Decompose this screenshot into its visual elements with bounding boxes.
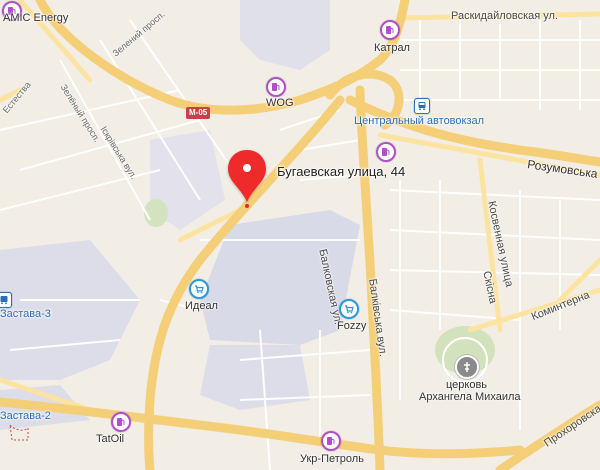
poi-label-ukrpetrol[interactable]: Укр-Петроль <box>300 453 364 465</box>
fuel-icon[interactable] <box>376 142 396 162</box>
address-label[interactable]: Бугаевская улица, 44 <box>277 164 405 179</box>
poi-label-fozzy[interactable]: Fozzy <box>337 320 366 332</box>
bus-station-icon[interactable] <box>0 292 12 308</box>
fuel-icon[interactable] <box>111 412 131 432</box>
poi-label-church-name[interactable]: Архангела Михаила <box>419 391 521 403</box>
poi-label-katral[interactable]: Катрал <box>374 42 410 54</box>
location-pin-icon[interactable] <box>225 148 269 208</box>
poi-label-bus-station[interactable]: Центральный автовокзал <box>354 115 484 128</box>
street-label-raskidailovskaya: Раскидайловская ул. <box>451 10 559 22</box>
shopping-cart-icon[interactable] <box>189 279 209 299</box>
poi-label-wog[interactable]: WOG <box>266 97 294 109</box>
poi-label-church[interactable]: церковь <box>446 379 487 391</box>
shopping-cart-icon[interactable] <box>339 299 359 319</box>
highway-shield-m05: М-05 <box>186 107 211 119</box>
fuel-icon[interactable] <box>380 20 400 40</box>
poi-label-ideal[interactable]: Идеал <box>185 300 218 312</box>
pin-anchor-dot <box>245 204 249 208</box>
poi-label-tatoil[interactable]: TatOil <box>96 433 124 445</box>
fuel-icon[interactable] <box>266 77 286 97</box>
poi-label-zastava3[interactable]: Застава-3 <box>0 308 51 321</box>
poi-label-amic[interactable]: AMIC Energy <box>3 12 68 24</box>
fuel-icon[interactable] <box>321 431 341 451</box>
map-view[interactable]: М-05 Раскидайловская ул. Розумовська Бал… <box>0 0 600 470</box>
church-cross-icon[interactable] <box>455 355 479 379</box>
poi-label-zastava2[interactable]: Застава-2 <box>0 410 51 423</box>
bus-station-icon[interactable] <box>414 98 430 114</box>
